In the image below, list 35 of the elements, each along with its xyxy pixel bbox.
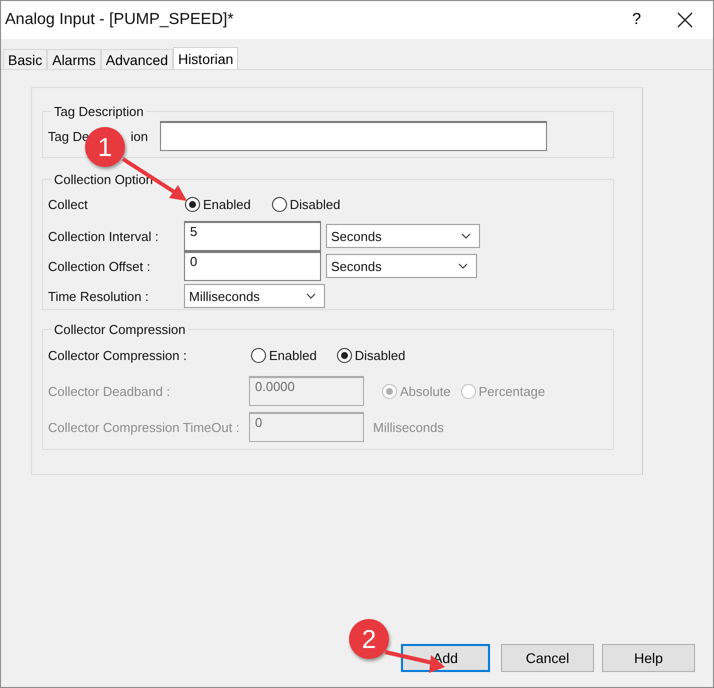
close-icon[interactable] [677,12,693,28]
field-label: Collect [48,196,89,212]
group-title: Tag Description [53,104,145,119]
tab[interactable]: Advanced [100,49,174,69]
window-title: Analog Input - [PUMP_SPEED]* [5,11,235,29]
tab[interactable]: Alarms [47,49,101,69]
tab[interactable]: Historian [173,47,238,69]
chevron-icon [458,263,468,269]
resolution-dropdown[interactable]: Milliseconds [184,284,325,308]
radio-button[interactable]: Enabled [185,196,251,212]
group-title: Collector Compression [53,322,186,337]
field-label: Collector Compression : [48,348,188,362]
group-title: Collection Option [53,172,154,187]
chevron-icon [306,293,316,299]
tab[interactable]: Basic [3,49,48,69]
unit-dropdown[interactable]: Seconds [326,224,480,248]
help-button[interactable]: ? [632,11,641,29]
field-label: ion [130,128,148,144]
chevron-icon [461,233,471,239]
offset-field[interactable]: 0 [184,251,321,281]
radio-button[interactable]: Disabled [336,348,406,362]
radio-button[interactable]: Disabled [272,196,340,212]
tag-description-field[interactable] [160,121,547,151]
field-label: Collection Interval : [48,228,160,244]
unit-label: Milliseconds [373,420,444,434]
callout-number: 2 [349,619,389,659]
field-label: Collector Compression TimeOut : [48,420,240,434]
unit-dropdown[interactable]: Seconds [326,254,477,278]
field-label: Collector Deadband : [48,384,172,398]
interval-field[interactable]: 5 [184,221,321,251]
radio-button[interactable]: Enabled [251,348,317,362]
dialog-button[interactable]: Help [602,644,695,672]
dialog-button[interactable]: Cancel [501,644,594,672]
field-label: Time Resolution : [48,288,150,304]
field-label: Collection Offset : [48,258,152,274]
